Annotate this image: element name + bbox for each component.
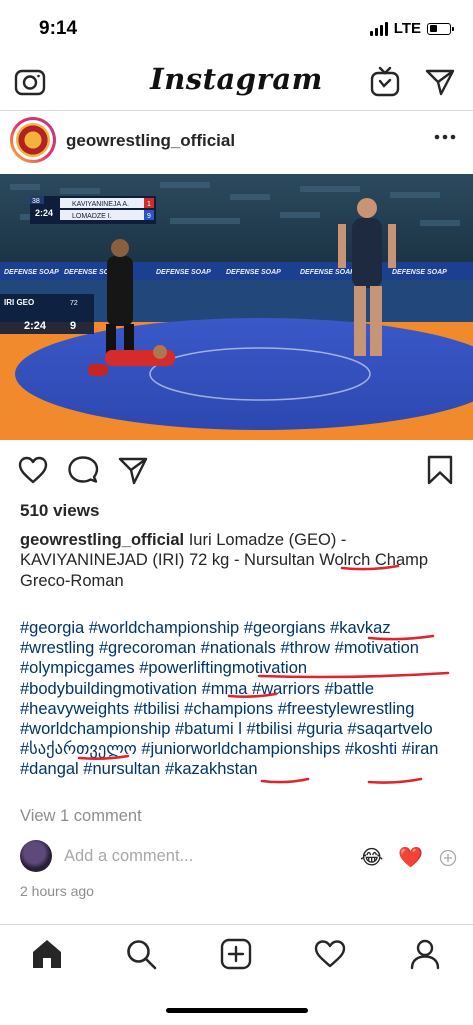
- current-user-avatar: [20, 840, 52, 872]
- new-post-icon[interactable]: [219, 937, 253, 971]
- instagram-logo: Instagram: [150, 62, 323, 96]
- svg-text:DEFENSE SOAP: DEFENSE SOAP: [392, 269, 447, 276]
- svg-text:DEFENSE SOAP: DEFENSE SOAP: [156, 269, 211, 276]
- battery-icon: [427, 22, 454, 35]
- status-time: 9:14: [39, 18, 78, 39]
- wrestling-match-frame: DEFENSE SOAP DEFENSE SOAP DEFENSE SOAP DEF…: [0, 174, 473, 440]
- post-username[interactable]: geowrestling_official: [66, 131, 235, 151]
- scoreboard-mini-teams: IRI GEO: [4, 298, 34, 307]
- status-bar: 9:14 LTE: [0, 0, 473, 56]
- profile-icon[interactable]: [408, 937, 442, 971]
- scoreboard-row2-score: 9: [147, 213, 151, 220]
- activity-heart-icon[interactable]: [313, 937, 347, 971]
- igtv-icon[interactable]: [368, 65, 402, 99]
- caption-username[interactable]: geowrestling_official: [20, 531, 184, 549]
- home-icon[interactable]: [30, 937, 64, 971]
- share-icon[interactable]: [117, 454, 149, 486]
- search-icon[interactable]: [124, 937, 158, 971]
- view-count[interactable]: 510 views: [20, 501, 99, 521]
- scoreboard-clock: 2:24: [35, 208, 53, 218]
- save-bookmark-icon[interactable]: [424, 454, 456, 486]
- svg-text:DEFENSE SOAP: DEFENSE SOAP: [300, 269, 355, 276]
- scoreboard-mini-weight: 72: [70, 300, 78, 307]
- quick-emoji-laugh[interactable]: 😂: [360, 845, 383, 870]
- svg-text:DEFENSE SOAP: DEFENSE SOAP: [4, 269, 59, 276]
- quick-emoji-heart[interactable]: ❤️: [398, 845, 423, 870]
- home-indicator: [166, 1008, 308, 1013]
- scoreboard-row1-name: KAVIYANINEJA A.: [72, 201, 129, 208]
- post-timestamp: 2 hours ago: [20, 883, 94, 899]
- more-options-icon[interactable]: [433, 133, 457, 141]
- post-header: geowrestling_official: [0, 111, 473, 173]
- post-video[interactable]: DEFENSE SOAP DEFENSE SOAP DEFENSE SOAP DEF…: [0, 174, 473, 440]
- post-actions: [0, 452, 473, 492]
- scoreboard-mini: IRI GEO 72 2:24 9: [0, 294, 94, 334]
- top-navigation: Instagram: [0, 56, 473, 111]
- scoreboard-mini-clock: 2:24: [24, 320, 47, 332]
- comment-icon[interactable]: [67, 454, 99, 486]
- club-logo-icon: [16, 123, 50, 157]
- avatar[interactable]: [10, 117, 56, 163]
- scoreboard-mini-score: 9: [70, 320, 76, 332]
- scoreboard-row1-score: 1: [147, 201, 151, 208]
- status-indicators: LTE: [369, 20, 454, 37]
- post-caption: geowrestling_official Iuri Lomadze (GEO)…: [20, 530, 460, 591]
- post-hashtags[interactable]: #georgia #worldchampionship #georgians #…: [20, 618, 465, 780]
- like-icon[interactable]: [17, 454, 49, 486]
- scoreboard-weight: 38: [32, 198, 40, 205]
- network-type: LTE: [393, 20, 421, 37]
- scoreboard-top: 38 2:24 KAVIYANINEJA A. 1 LOMADZE I. 9: [30, 196, 156, 224]
- svg-text:DEFENSE SOAP: DEFENSE SOAP: [226, 269, 281, 276]
- direct-message-icon[interactable]: [423, 65, 457, 99]
- plus-icon[interactable]: [439, 849, 457, 867]
- scoreboard-row2-name: LOMADZE I.: [72, 213, 112, 220]
- view-comments-link[interactable]: View 1 comment: [20, 807, 142, 826]
- signal-icon: [369, 21, 388, 36]
- add-comment-input[interactable]: Add a comment...: [64, 847, 193, 866]
